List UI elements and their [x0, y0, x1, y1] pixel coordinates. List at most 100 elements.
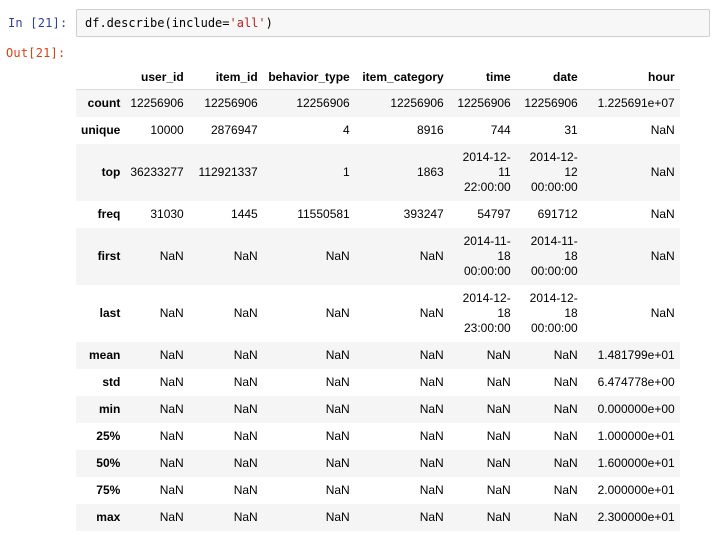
table-cell: NaN: [325, 374, 350, 389]
table-cell: 0.000000e+00: [597, 401, 675, 416]
table-row: std NaN NaN NaN NaN NaN NaN 6.474778e+00: [76, 369, 680, 396]
table-cell: NaN: [233, 248, 258, 263]
table-cell: NaN: [553, 347, 578, 362]
row-index-label: mean: [88, 347, 121, 362]
table-cell: NaN: [553, 482, 578, 497]
table-cell: NaN: [650, 248, 675, 263]
table-cell: 1.000000e+01: [597, 428, 675, 443]
table-row: mean NaN NaN NaN NaN NaN NaN 1.481799e+01: [76, 341, 680, 369]
input-prompt: In [21]:: [8, 16, 68, 30]
table-cell: NaN: [325, 305, 350, 320]
header-row: user_id item_id behavior_type item_category…: [76, 58, 680, 90]
table-cell: 8916: [417, 122, 444, 137]
table-cell: 31030: [150, 206, 184, 221]
table-cell: NaN: [553, 509, 578, 524]
table-cell: 1: [343, 164, 350, 179]
row-index-label: min: [98, 401, 121, 416]
table-cell: NaN: [553, 455, 578, 470]
column-header: behavior_type: [268, 70, 350, 84]
row-index-label: freq: [97, 206, 121, 221]
table-cell: 2014-12- 18 00:00:00: [529, 290, 578, 335]
table-cell: NaN: [486, 455, 511, 470]
table-cell: NaN: [325, 455, 350, 470]
table-cell: 31: [564, 122, 578, 137]
table-cell: NaN: [159, 305, 184, 320]
table-cell: 12256906: [204, 95, 258, 110]
table-cell: 2014-12- 11 22:00:00: [462, 149, 511, 194]
table-row: count 12256906 12256906 12256906 12256906 122…: [76, 89, 680, 117]
table-cell: NaN: [650, 206, 675, 221]
row-index-label: 25%: [96, 428, 121, 443]
table-cell: 112921337: [198, 164, 258, 179]
table-cell: NaN: [325, 509, 350, 524]
table-row: 75% NaN NaN NaN NaN NaN NaN 2.000000e+01: [76, 477, 680, 504]
table-row: max NaN NaN NaN NaN NaN NaN 2.300000e+01: [76, 503, 680, 531]
table-cell: 4: [343, 122, 350, 137]
table-cell: NaN: [419, 374, 444, 389]
table-cell: NaN: [650, 164, 675, 179]
table-cell: NaN: [419, 305, 444, 320]
table-cell: NaN: [159, 482, 184, 497]
table-cell: 2.000000e+01: [597, 482, 675, 497]
table-row: unique 10000 2876947 4 8916 744 31 NaN: [76, 117, 680, 144]
table-cell: NaN: [486, 509, 511, 524]
table-cell: NaN: [233, 482, 258, 497]
table-header: user_id item_id behavior_type item_category…: [76, 58, 680, 90]
column-header: hour: [648, 70, 675, 84]
table-cell: NaN: [553, 428, 578, 443]
table-cell: NaN: [233, 455, 258, 470]
table-cell: NaN: [159, 455, 184, 470]
table-cell: 2014-12- 18 23:00:00: [462, 290, 511, 335]
table-cell: 12256906: [457, 95, 511, 110]
table-row: last NaN NaN NaN NaN 2014-12- 18 23:00:00 2014-1…: [76, 285, 680, 342]
table-cell: NaN: [159, 509, 184, 524]
code-input-cell[interactable]: df.describe(include='all'): [76, 9, 710, 37]
table-cell: 744: [490, 122, 511, 137]
table-cell: NaN: [325, 347, 350, 362]
table-cell: NaN: [419, 428, 444, 443]
row-index-label: unique: [81, 122, 121, 137]
row-index-label: std: [102, 374, 121, 389]
table-cell: 2.300000e+01: [597, 509, 675, 524]
row-index-label: count: [87, 95, 121, 110]
row-index-label: first: [97, 248, 121, 263]
index-header: [76, 58, 125, 90]
row-index-label: last: [99, 305, 121, 320]
table-cell: 54797: [477, 206, 511, 221]
table-cell: NaN: [419, 455, 444, 470]
table-cell: 12256906: [296, 95, 350, 110]
table-cell: NaN: [419, 248, 444, 263]
table-cell: 6.474778e+00: [597, 374, 675, 389]
table-cell: NaN: [650, 122, 675, 137]
table-cell: 1.600000e+01: [597, 455, 675, 470]
table-cell: NaN: [650, 305, 675, 320]
row-index-label: 75%: [96, 482, 121, 497]
table-row: top 36233277 112921337 1 1863 2014-12- 11 22:00…: [76, 143, 680, 201]
table-cell: 2014-11- 18 00:00:00: [463, 233, 511, 278]
table-cell: NaN: [325, 428, 350, 443]
table-cell: NaN: [159, 428, 184, 443]
table-cell: 12256906: [390, 95, 444, 110]
table-cell: NaN: [159, 248, 184, 263]
table-cell: NaN: [233, 401, 258, 416]
table-cell: NaN: [553, 401, 578, 416]
table-cell: 36233277: [130, 164, 184, 179]
row-index-label: 50%: [96, 455, 121, 470]
table-cell: 1.225691e+07: [597, 95, 675, 110]
table-body: count 12256906 12256906 12256906 12256906 122…: [76, 89, 680, 531]
row-index-label: top: [101, 164, 121, 179]
table-row: 50% NaN NaN NaN NaN NaN NaN 1.600000e+01: [76, 449, 680, 477]
table-row: freq 31030 1445 11550581 393247 54797 691712 Na…: [76, 201, 680, 228]
table-cell: NaN: [419, 347, 444, 362]
code-text: df.describe(include='all'): [85, 16, 273, 30]
table-cell: 393247: [403, 206, 444, 221]
table-cell: NaN: [419, 401, 444, 416]
table-cell: 11550581: [297, 206, 350, 221]
table-cell: 12256906: [130, 95, 184, 110]
table-cell: 12256906: [524, 95, 578, 110]
table-cell: NaN: [553, 374, 578, 389]
table-cell: 1445: [231, 206, 258, 221]
table-cell: NaN: [486, 482, 511, 497]
table-cell: 2014-11- 18 00:00:00: [530, 233, 578, 278]
table-row: first NaN NaN NaN NaN 2014-11- 18 00:00:00 2014-…: [76, 227, 680, 285]
